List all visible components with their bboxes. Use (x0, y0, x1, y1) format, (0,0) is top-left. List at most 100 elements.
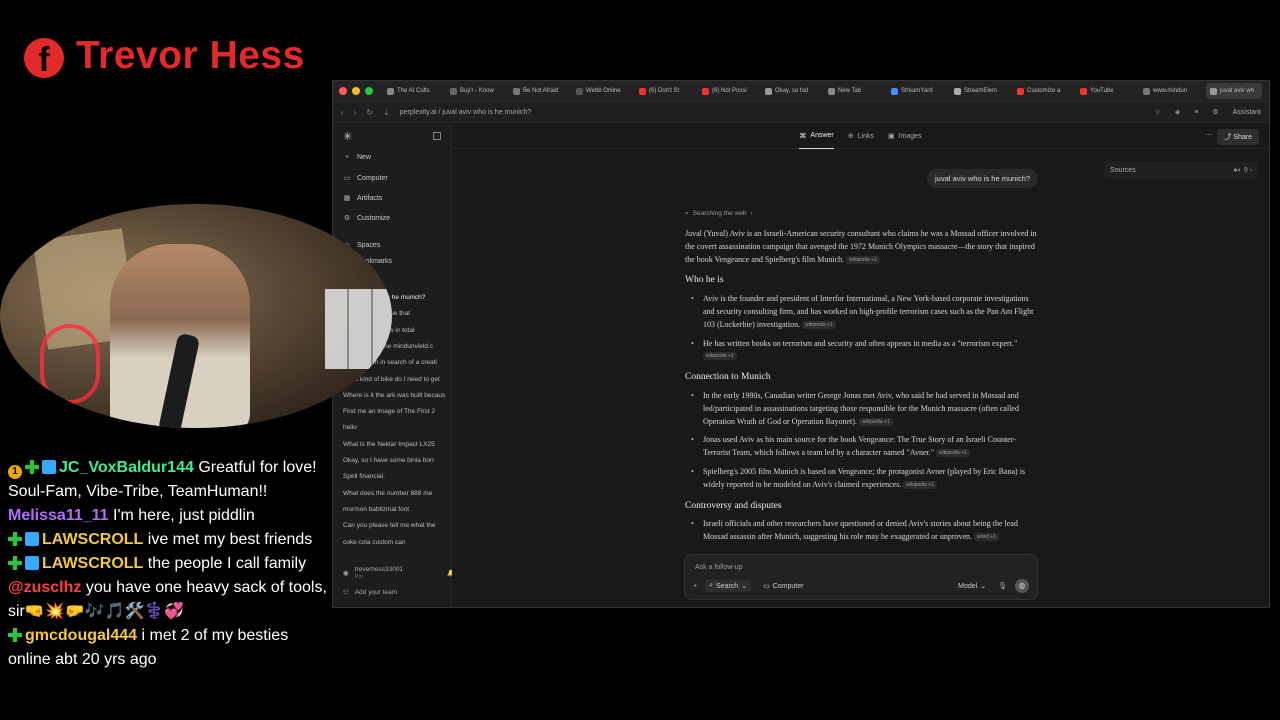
sources-count: 9 (1243, 166, 1248, 174)
microphone-icon[interactable]: 🎙 (998, 582, 1007, 590)
browser-tab[interactable]: Okay, so tod (765, 83, 821, 99)
attach-icon[interactable]: + (693, 583, 697, 590)
browser-tab[interactable]: (6) Not Possi (702, 83, 758, 99)
favicon-icon (1143, 87, 1150, 95)
favicon-icon (954, 87, 961, 95)
history-item[interactable]: Can you please tell me what the (343, 522, 445, 529)
history-item[interactable]: coke cola custom can (343, 539, 445, 546)
chat-username[interactable]: @zusclhz (8, 579, 81, 596)
history-item[interactable]: Where is it the ark was built because ev (343, 392, 445, 399)
computer-mode-label: Computer (772, 582, 804, 590)
browser-tab[interactable]: StreamYard (891, 83, 947, 99)
back-icon[interactable]: ‹ (341, 108, 344, 117)
maximize-window-button[interactable] (365, 87, 373, 95)
browser-tab[interactable]: Buy'r - Know (450, 83, 506, 99)
plus-badge-icon (8, 532, 22, 546)
sidebar-item-label: Spaces (357, 241, 381, 249)
forward-icon[interactable]: › (354, 108, 357, 117)
browser-tab[interactable]: StreamElem (954, 83, 1010, 99)
follow-up-input[interactable]: Ask a follow-up (695, 564, 742, 571)
bullet-item: Aviv is the founder and president of Int… (685, 293, 1039, 331)
tab-images[interactable]: ▣ Images (888, 124, 922, 149)
browser-tab[interactable]: juval aviv wh (1206, 83, 1262, 99)
cube-shelf (325, 289, 392, 369)
sources-panel[interactable]: Sources ●◐ 9 › (1104, 161, 1258, 179)
add-team-link[interactable]: ⚇ Add your team (343, 588, 397, 597)
tab-label: Images (898, 132, 922, 140)
citation-chip[interactable]: wikipedia +1 (846, 255, 880, 264)
favicon-icon (702, 87, 709, 95)
browser-tab[interactable]: New Tab (828, 83, 884, 99)
more-options-icon[interactable]: ⋯ (1205, 130, 1213, 139)
perplexity-logo-icon[interactable]: ✳ (343, 130, 352, 143)
reading-icon[interactable]: ≡ (1194, 109, 1198, 116)
browser-tab[interactable]: Be Not Afraid (513, 83, 569, 99)
chat-username[interactable]: gmcdougal444 (25, 627, 137, 644)
bookmark-star-icon[interactable]: ☆ (1155, 108, 1161, 116)
chat-username[interactable]: JC_VoxBaldur144 (59, 459, 194, 476)
settings-icon[interactable]: ⚙ (1212, 108, 1218, 116)
browser-tab[interactable]: (6) Don't St (639, 83, 695, 99)
bullet-text: Israeli officials and other researchers … (703, 519, 1018, 542)
browser-tab[interactable]: YouTube (1080, 83, 1136, 99)
answer-tabs: ⌘ Answer ⊕ Links ▣ Images (452, 124, 1269, 149)
chat-username[interactable]: Melissa11_11 (8, 507, 109, 524)
sidebar-item-customize[interactable]: ⚙ Customize (343, 214, 390, 223)
reload-icon[interactable]: ↻ (366, 108, 373, 117)
computer-mode-button[interactable]: ▭ Computer (759, 580, 807, 592)
search-mode-button[interactable]: ⌕ Search ⌄ (705, 580, 752, 592)
history-item[interactable]: Find me an image of The First 2 (343, 408, 445, 415)
history-item[interactable]: mormon babtizmal font (343, 506, 445, 513)
answer-intro: Juval (Yuval) Aviv is an Israeli-America… (685, 228, 1039, 266)
history-item[interactable]: Spell financial. (343, 473, 445, 480)
browser-tab[interactable]: The AI Cults (387, 83, 443, 99)
search-mode-label: Search (716, 582, 739, 590)
history-item[interactable]: What is the Nektar Impact LX25 (343, 441, 445, 448)
share-button[interactable]: ⤴ Share (1217, 129, 1259, 145)
sidebar-item-artifacts[interactable]: ▦ Artifacts (343, 194, 383, 203)
citation-chip[interactable]: wikipedia +1 (802, 320, 836, 329)
tab-answer[interactable]: ⌘ Answer (799, 124, 834, 149)
collapse-sidebar-icon[interactable] (433, 132, 441, 140)
tab-title: www.mindun (1153, 88, 1188, 94)
chat-message: LAWSCROLL ive met my best friends (8, 528, 328, 552)
section-heading: Controversy and disputes (685, 500, 782, 511)
sidebar-item-new[interactable]: + New (343, 154, 371, 161)
assistant-button[interactable]: Assistant (1233, 109, 1261, 116)
browser-window: The AI Cults Buy'r - Know Be Not Afraid Web… (332, 80, 1270, 608)
citation-chip[interactable]: wikipedia +1 (858, 417, 893, 426)
chat-message: 1 JC_VoxBaldur144 Greatful for love! Soul… (8, 456, 328, 504)
url-field[interactable]: perplexity.ai / juval aviv who is he mun… (400, 109, 1145, 116)
plus-badge-icon (8, 628, 22, 642)
bullet-list: Aviv is the founder and president of Int… (685, 293, 1039, 363)
chat-username[interactable]: LAWSCROLL (42, 531, 143, 548)
cube-badge-icon (25, 556, 39, 570)
voice-mode-button[interactable]: ◍ (1015, 579, 1029, 593)
sidebar-item-computer[interactable]: ▭ Computer (343, 174, 388, 183)
browser-tab[interactable]: Customize a (1017, 83, 1073, 99)
history-item[interactable]: Okay, so I have some binia borr (343, 457, 445, 464)
extensions-icon[interactable]: ◈ (1175, 108, 1180, 116)
searching-status[interactable]: ⌕ Searching the web › (685, 210, 753, 218)
citation-chip[interactable]: wikipedia +1 (703, 352, 737, 361)
tab-title: StreamElem (964, 88, 998, 94)
minimize-window-button[interactable] (352, 87, 360, 95)
download-icon[interactable]: ⇣ (383, 108, 390, 117)
user-account[interactable]: ◉ treverhess33001 Pro 🔔 (343, 566, 455, 580)
citation-chip[interactable]: wikipedia +1 (936, 449, 970, 458)
tab-title: Buy'r - Know (460, 88, 494, 94)
chat-username[interactable]: LAWSCROLL (42, 555, 143, 572)
citation-chip[interactable]: wikipedia +1 (903, 480, 937, 489)
citation-chip[interactable]: wired +1 (974, 533, 1000, 542)
history-item[interactable]: What does the number 888 me (343, 490, 445, 497)
close-window-button[interactable] (339, 87, 347, 95)
tab-links[interactable]: ⊕ Links (848, 124, 874, 149)
browser-tab[interactable]: Webb Online (576, 83, 632, 99)
stream-name: Trevor Hess (76, 34, 305, 77)
history-item[interactable]: hello (343, 424, 445, 431)
browser-tab[interactable]: www.mindun (1143, 83, 1199, 99)
address-bar: ‹ › ↻ ⇣ perplexity.ai / juval aviv who i… (333, 102, 1269, 123)
sidebar-item-label: Artifacts (357, 194, 383, 202)
tab-label: Answer (810, 132, 834, 139)
model-selector[interactable]: Model ⌄ (954, 580, 990, 592)
